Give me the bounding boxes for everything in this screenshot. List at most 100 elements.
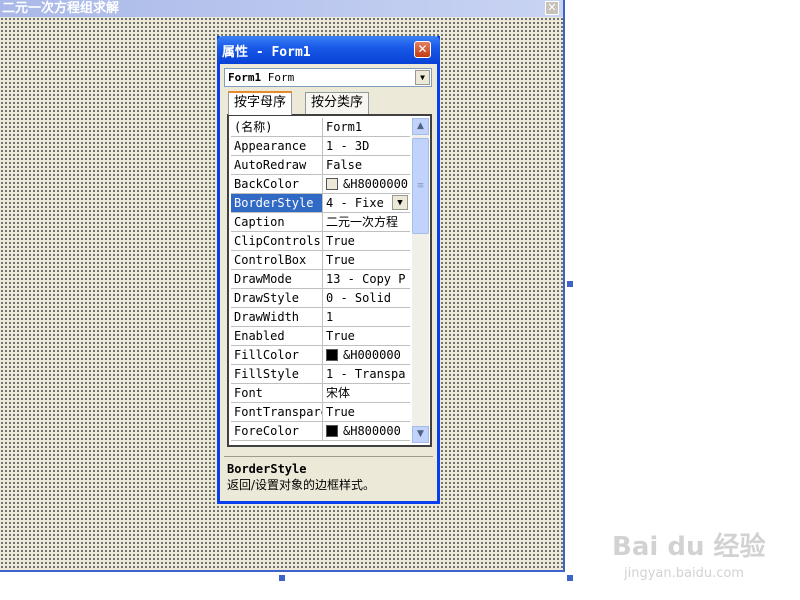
property-value[interactable]: True [323, 403, 410, 421]
property-row[interactable]: BackColor &H8000000 [231, 175, 410, 194]
property-value[interactable]: 二元一次方程 [323, 213, 410, 231]
property-row[interactable]: BorderStyle 4 - Fixe ▼ [231, 194, 410, 213]
property-value-text: 二元一次方程 [326, 215, 399, 229]
property-name: AutoRedraw [231, 156, 323, 174]
property-name: DrawWidth [231, 308, 323, 326]
property-value[interactable]: 1 - Transpa [323, 365, 410, 383]
properties-window[interactable]: 属性 - Form1 ✕ Form1 Form ▼ 按分类序 按字母序 (名称)… [217, 36, 440, 504]
tab-categorized[interactable]: 按分类序 [305, 92, 370, 114]
property-name: (名称) [231, 118, 323, 136]
property-value-text: False [326, 158, 363, 172]
property-value[interactable]: 4 - Fixe ▼ [323, 194, 410, 212]
scroll-up-icon[interactable]: ▲ [412, 118, 429, 135]
property-value-text: 13 - Copy P [326, 272, 406, 286]
property-value-text: 0 - Solid [326, 291, 392, 305]
property-value[interactable]: &H000000 [323, 346, 410, 364]
property-name: ForeColor [231, 422, 323, 440]
properties-close-button[interactable]: ✕ [414, 41, 431, 58]
property-value-text: True [326, 234, 355, 248]
property-value-text: &H000000 [343, 348, 401, 362]
property-value-text: 宋体 [326, 386, 351, 400]
property-name: Enabled [231, 327, 323, 345]
property-value-text: 1 - 3D [326, 139, 370, 153]
resize-handle-bottom[interactable] [279, 575, 285, 581]
watermark-brand: Bai du 经验 [612, 532, 766, 562]
color-swatch [326, 425, 338, 437]
property-name: Caption [231, 213, 323, 231]
property-value[interactable]: &H800000 [323, 422, 410, 440]
property-list: (名称) Form1 Appearance 1 - 3D AutoRedraw False… [231, 118, 410, 443]
property-row[interactable]: Caption 二元一次方程 [231, 213, 410, 232]
property-value[interactable]: 1 [323, 308, 410, 326]
property-value[interactable]: True [323, 232, 410, 250]
property-value[interactable]: True [323, 327, 410, 345]
object-type: Form [267, 71, 295, 84]
property-value-text: Form1 [326, 120, 363, 134]
property-row[interactable]: (名称) Form1 [231, 118, 410, 137]
color-swatch [326, 349, 338, 361]
property-name: FillColor [231, 346, 323, 364]
property-row[interactable]: ControlBox True [231, 251, 410, 270]
object-selector[interactable]: Form1 Form ▼ [224, 68, 432, 87]
watermark: Bai du 经验 jingyan.baidu.com [612, 510, 772, 585]
tab-alphabetic[interactable]: 按字母序 [228, 91, 293, 115]
property-value[interactable]: False [323, 156, 410, 174]
property-row[interactable]: DrawWidth 1 [231, 308, 410, 327]
resize-handle-corner[interactable] [567, 575, 573, 581]
form-close-button[interactable]: ✕ [545, 1, 559, 15]
property-row[interactable]: FontTransparentTrue [231, 403, 410, 422]
property-value-text: &H8000000 [343, 177, 409, 191]
property-name: ClipControls [231, 232, 323, 250]
description-title: BorderStyle [227, 462, 307, 476]
property-name: DrawStyle [231, 289, 323, 307]
vertical-scrollbar[interactable]: ▲ ≡ ▼ [412, 118, 429, 443]
scroll-down-icon[interactable]: ▼ [412, 426, 429, 443]
property-name: FontTransparent [231, 403, 323, 421]
property-value[interactable]: True [323, 251, 410, 269]
property-value-text: 4 - Fixe [326, 196, 384, 210]
form-title: 二元一次方程组求解 [2, 1, 120, 16]
form-titlebar[interactable]: 二元一次方程组求解 ✕ [0, 0, 563, 17]
property-value[interactable]: &H8000000 [323, 175, 410, 193]
property-row[interactable]: DrawStyle 0 - Solid [231, 289, 410, 308]
property-value-text: True [326, 253, 355, 267]
property-row[interactable]: FillColor &H000000 [231, 346, 410, 365]
property-row[interactable]: DrawMode 13 - Copy P [231, 270, 410, 289]
property-value-text: True [326, 405, 355, 419]
properties-titlebar[interactable]: 属性 - Form1 ✕ [217, 36, 440, 64]
property-value[interactable]: 宋体 [323, 384, 410, 402]
property-name: Font [231, 384, 323, 402]
property-value[interactable]: 0 - Solid [323, 289, 410, 307]
property-name: BorderStyle [231, 194, 323, 212]
property-value-text: 1 [326, 310, 334, 324]
property-value-text: 1 - Transpa [326, 367, 406, 381]
property-value[interactable]: 13 - Copy P [323, 270, 410, 288]
resize-handle-right[interactable] [567, 281, 573, 287]
description-pane: BorderStyle 返回/设置对象的边框样式。 [224, 456, 433, 498]
property-value[interactable]: Form1 [323, 118, 410, 136]
object-name: Form1 [228, 71, 262, 84]
property-row[interactable]: Appearance 1 - 3D [231, 137, 410, 156]
property-row[interactable]: Enabled True [231, 327, 410, 346]
property-value-text: &H800000 [343, 424, 401, 438]
chevron-down-icon[interactable]: ▼ [415, 70, 430, 85]
property-name: Appearance [231, 137, 323, 155]
property-name: DrawMode [231, 270, 323, 288]
chevron-down-icon[interactable]: ▼ [392, 195, 408, 210]
property-grid[interactable]: (名称) Form1 Appearance 1 - 3D AutoRedraw False… [227, 114, 432, 447]
property-row[interactable]: FillStyle 1 - Transpa [231, 365, 410, 384]
property-name: ControlBox [231, 251, 323, 269]
property-value[interactable]: 1 - 3D [323, 137, 410, 155]
watermark-url: jingyan.baidu.com [624, 566, 744, 581]
property-name: FillStyle [231, 365, 323, 383]
property-row[interactable]: ForeColor &H800000 [231, 422, 410, 441]
property-value-text: True [326, 329, 355, 343]
property-row[interactable]: ClipControls True [231, 232, 410, 251]
property-row[interactable]: AutoRedraw False [231, 156, 410, 175]
property-row[interactable]: Font 宋体 [231, 384, 410, 403]
description-text: 返回/设置对象的边框样式。 [227, 478, 376, 492]
color-swatch [326, 178, 338, 190]
properties-title: 属性 - Form1 [222, 45, 311, 60]
property-name: BackColor [231, 175, 323, 193]
scroll-thumb[interactable]: ≡ [412, 138, 429, 234]
